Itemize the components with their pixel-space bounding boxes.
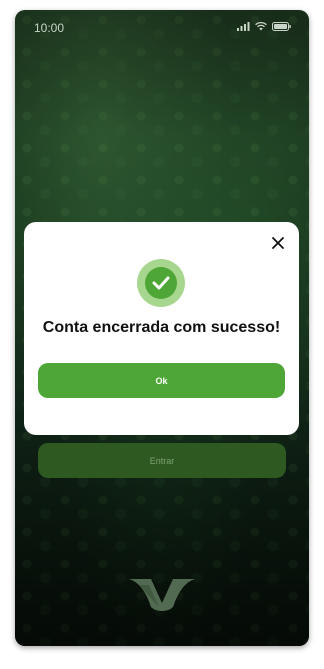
status-bar: 10:00 xyxy=(15,10,309,46)
battery-icon xyxy=(272,22,291,31)
signal-icon xyxy=(237,22,250,31)
modal-title: Conta encerrada com sucesso! xyxy=(42,319,281,336)
brand-logo xyxy=(129,579,195,611)
check-circle xyxy=(145,267,177,299)
success-modal: Conta encerrada com sucesso! Ok xyxy=(24,222,299,435)
wifi-icon xyxy=(255,22,267,31)
ok-button[interactable]: Ok xyxy=(38,363,285,398)
close-icon[interactable] xyxy=(271,236,285,250)
status-time: 10:00 xyxy=(34,21,65,35)
entrar-button[interactable]: Entrar xyxy=(38,443,286,478)
status-icons xyxy=(237,22,291,31)
check-icon xyxy=(152,276,170,290)
success-badge xyxy=(137,259,185,307)
